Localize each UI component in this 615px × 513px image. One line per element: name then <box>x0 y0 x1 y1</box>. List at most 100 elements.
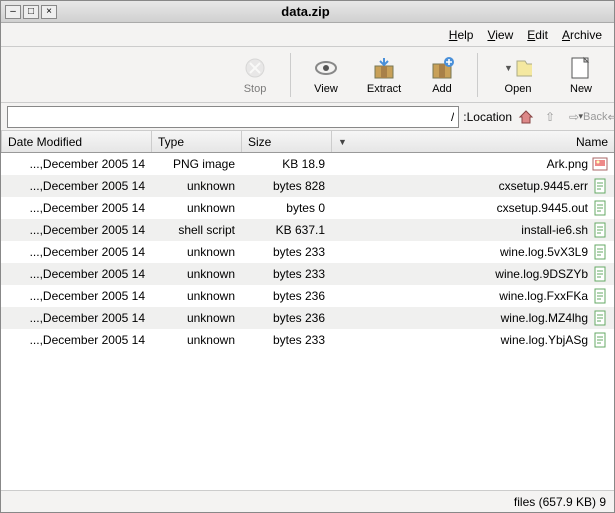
file-size: 236 bytes <box>241 311 331 325</box>
file-size: 637.1 KB <box>241 223 331 237</box>
column-name-label: Name <box>576 135 608 149</box>
extract-label: Extract <box>367 83 401 95</box>
file-size: 233 bytes <box>241 245 331 259</box>
toolbar-separator <box>477 53 478 97</box>
text-file-icon <box>592 178 608 194</box>
file-type: shell script <box>151 223 241 237</box>
file-row[interactable]: cxsetup.9445.out 0 bytesunknown14 Decembe… <box>1 197 614 219</box>
file-list[interactable]: Ark.png18.9 KBPNG image14 December 2005,… <box>1 153 614 490</box>
text-file-icon <box>592 332 608 348</box>
file-type: unknown <box>151 289 241 303</box>
file-type: unknown <box>151 311 241 325</box>
open-label: Open <box>505 83 532 95</box>
location-bar: ⇐ Back ▾ ⇨ ⇧ Location: <box>1 103 614 131</box>
add-button[interactable]: Add <box>415 50 469 100</box>
file-type: unknown <box>151 245 241 259</box>
file-date: 14 December 2005,... <box>1 201 151 215</box>
titlebar: – □ × data.zip <box>1 1 614 23</box>
location-label: Location: <box>463 110 512 124</box>
file-name: Ark.png <box>547 157 588 171</box>
file-row[interactable]: wine.log.9DSZYb 233 bytesunknown14 Decemb… <box>1 263 614 285</box>
file-date: 14 December 2005,... <box>1 179 151 193</box>
file-date: 14 December 2005,... <box>1 157 151 171</box>
file-size: 233 bytes <box>241 333 331 347</box>
new-label: New <box>570 83 592 95</box>
toolbar-separator <box>290 53 291 97</box>
file-name: cxsetup.9445.err <box>499 179 588 193</box>
menu-archive[interactable]: Archive <box>556 26 608 44</box>
file-size: 18.9 KB <box>241 157 331 171</box>
column-size-label: Size <box>248 135 271 149</box>
stop-icon <box>241 55 269 81</box>
home-icon <box>518 109 534 125</box>
file-row[interactable]: install-ie6.sh637.1 KBshell script14 Dec… <box>1 219 614 241</box>
extract-button[interactable]: Extract <box>357 50 411 100</box>
dropdown-arrow-icon: ▼ <box>504 63 513 73</box>
file-name: cxsetup.9445.out <box>497 201 588 215</box>
file-row[interactable]: Ark.png 18.9 KBPNG image14 December 2005,… <box>1 153 614 175</box>
menu-view[interactable]: View <box>481 26 519 44</box>
text-file-icon <box>592 200 608 216</box>
stop-button: Stop <box>228 50 282 100</box>
window-maximize-button[interactable]: □ <box>23 5 39 19</box>
window-title: data.zip <box>57 4 554 19</box>
file-date: 14 December 2005,... <box>1 267 151 281</box>
text-file-icon <box>592 266 608 282</box>
text-file-icon <box>592 244 608 260</box>
column-header-date[interactable]: Date Modified <box>1 131 151 152</box>
file-type: unknown <box>151 201 241 215</box>
file-date: 14 December 2005,... <box>1 245 151 259</box>
menubar: Archive Edit View Help <box>1 23 614 47</box>
column-header-size[interactable]: Size <box>241 131 331 152</box>
file-name: wine.log.FxxFKa <box>499 289 588 303</box>
file-size: 236 bytes <box>241 289 331 303</box>
statusbar: 9 files (657.9 KB) <box>1 490 614 512</box>
open-button[interactable]: ▼ Open <box>486 50 550 100</box>
location-input[interactable] <box>7 106 459 128</box>
file-row[interactable]: cxsetup.9445.err828 bytesunknown14 Decem… <box>1 175 614 197</box>
forward-button[interactable]: ⇨ <box>564 107 584 127</box>
archive-window: – □ × data.zip Archive Edit View Help Ne… <box>0 0 615 513</box>
file-row[interactable]: wine.log.FxxFKa 236 bytesunknown14 Decemb… <box>1 285 614 307</box>
column-header-type[interactable]: Type <box>151 131 241 152</box>
column-header-name[interactable]: Name ▼ <box>331 131 614 152</box>
view-label: View <box>314 83 338 95</box>
back-arrow-icon: ⇐ <box>607 110 615 124</box>
file-row[interactable]: wine.log.YbjASg233 bytesunknown14 Decemb… <box>1 329 614 351</box>
file-name: install-ie6.sh <box>521 223 588 237</box>
file-row[interactable]: wine.log.MZ4lhg 236 bytesunknown14 Decemb… <box>1 307 614 329</box>
file-size: 0 bytes <box>241 201 331 215</box>
back-button[interactable]: ⇐ Back ▾ <box>588 107 608 127</box>
new-button[interactable]: New <box>554 50 608 100</box>
file-date: 14 December 2005,... <box>1 289 151 303</box>
menu-edit[interactable]: Edit <box>521 26 554 44</box>
window-minimize-button[interactable]: – <box>5 5 21 19</box>
file-size: 233 bytes <box>241 267 331 281</box>
window-close-button[interactable]: × <box>41 5 57 19</box>
file-name: wine.log.MZ4lhg <box>501 311 588 325</box>
file-type: unknown <box>151 333 241 347</box>
up-button[interactable]: ⇧ <box>540 107 560 127</box>
sort-indicator-icon: ▼ <box>338 137 347 147</box>
file-type: unknown <box>151 267 241 281</box>
menu-help[interactable]: Help <box>443 26 480 44</box>
open-icon: ▼ <box>504 55 532 81</box>
file-row[interactable]: wine.log.5vX3L9 233 bytesunknown14 Decemb… <box>1 241 614 263</box>
add-icon <box>428 55 456 81</box>
home-button[interactable] <box>516 107 536 127</box>
file-name: wine.log.5vX3L9 <box>500 245 588 259</box>
column-date-label: Date Modified <box>8 135 82 149</box>
stop-label: Stop <box>244 83 267 95</box>
extract-icon <box>370 55 398 81</box>
image-file-icon <box>592 156 608 172</box>
add-label: Add <box>432 83 452 95</box>
column-headers: Name ▼ Size Type Date Modified <box>1 131 614 153</box>
text-file-icon <box>592 310 608 326</box>
view-button[interactable]: View <box>299 50 353 100</box>
new-icon <box>567 55 595 81</box>
file-date: 14 December 2005,... <box>1 311 151 325</box>
toolbar: New ▼ Open Add Extract View <box>1 47 614 103</box>
file-date: 14 December 2005,... <box>1 333 151 347</box>
file-name: wine.log.9DSZYb <box>495 267 588 281</box>
file-type: PNG image <box>151 157 241 171</box>
